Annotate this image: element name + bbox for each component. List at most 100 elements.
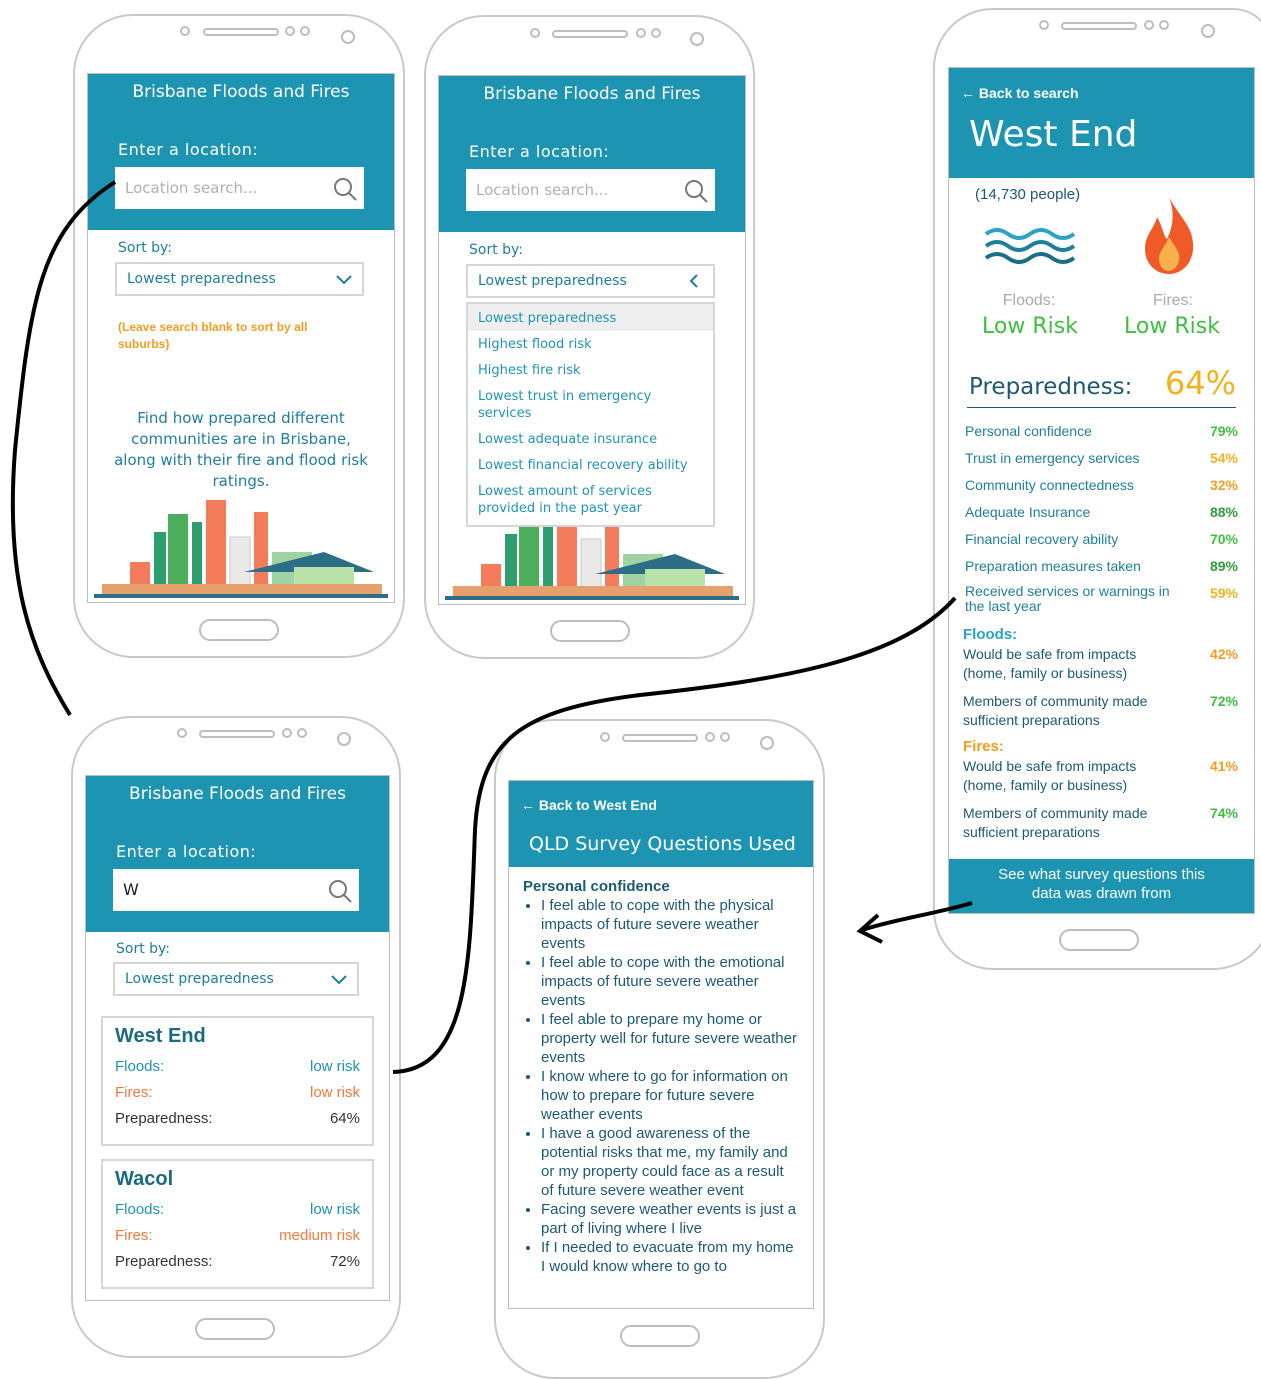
sort-option[interactable]: Lowest preparedness <box>468 304 713 331</box>
search-icon[interactable] <box>327 878 353 904</box>
sort-label: Sort by: <box>116 941 171 957</box>
sort-option[interactable]: Lowest trust in emergency services <box>468 383 668 426</box>
fires-row: Fires: medium risk <box>115 1227 360 1244</box>
metric-row: Preparation measures taken 89% <box>965 558 1238 574</box>
preparedness-value: 72% <box>329 1253 360 1270</box>
result-card-west-end[interactable]: West End Floods: low risk Fires: low risk … <box>101 1016 374 1146</box>
back-to-west-end-link[interactable]: ← Back to West End <box>521 797 657 813</box>
search-value: W <box>123 880 139 899</box>
app-header: Brisbane Floods and Fires Enter a locati… <box>439 76 745 232</box>
city-skyline-illustration <box>94 500 388 598</box>
search-icon[interactable] <box>332 176 358 202</box>
floods-risk-rating: Low Risk <box>982 314 1078 339</box>
sort-option[interactable]: Lowest adequate insurance <box>468 426 713 452</box>
fires-label: Fires: <box>1153 292 1193 309</box>
phone-camera <box>1201 24 1215 38</box>
sort-dropdown[interactable]: Lowest preparedness <box>113 962 359 996</box>
app-title: Brisbane Floods and Fires <box>128 784 346 804</box>
chevron-down-icon <box>336 275 352 285</box>
screen-sort: Brisbane Floods and Fires Enter a locati… <box>438 75 746 605</box>
phone-camera <box>337 732 351 746</box>
metric-row: Personal confidence 79% <box>965 423 1238 439</box>
suburb-name: West End <box>115 1025 206 1047</box>
phone-results: Brisbane Floods and Fires Enter a locati… <box>71 716 401 1358</box>
phone-sort-open: Brisbane Floods and Fires Enter a locati… <box>424 15 755 659</box>
question-item: I feel able to cope with the emotional i… <box>541 953 799 1010</box>
flame-icon <box>1145 197 1194 274</box>
floods-row: Floods: low risk <box>115 1201 360 1218</box>
suburb-name: Wacol <box>115 1168 174 1190</box>
preparedness-value: 64% <box>329 1110 360 1127</box>
survey-questions: Personal confidence I feel able to cope … <box>523 877 799 1276</box>
survey-questions-button[interactable]: See what survey questions this data was … <box>949 859 1254 913</box>
preparedness-score: 64% <box>1164 364 1236 402</box>
phone-sensor <box>1144 20 1154 30</box>
phone-survey: ← Back to West End QLD Survey Questions … <box>494 719 825 1379</box>
sort-selected: Lowest preparedness <box>127 271 276 287</box>
metric-row: Trust in emergency services 54% <box>965 450 1238 466</box>
phone-sensor <box>600 732 610 742</box>
phone-speaker <box>199 730 275 738</box>
sort-option[interactable]: Highest fire risk <box>468 357 713 383</box>
phone-sensor <box>177 728 187 738</box>
floods-metric-row: Members of community made sufficient pre… <box>963 693 1238 728</box>
back-to-search-link[interactable]: ← Back to search <box>961 85 1079 101</box>
phone-sensor <box>180 26 190 36</box>
detail-header: ← Back to search West End <box>949 68 1254 178</box>
question-item: If I needed to evacuate from my home I w… <box>541 1238 799 1276</box>
phone-sensor <box>705 732 715 742</box>
phone-sensor <box>297 728 307 738</box>
question-item: I know where to go for information on ho… <box>541 1067 799 1124</box>
sort-option[interactable]: Lowest financial recovery ability <box>468 452 713 478</box>
sort-label: Sort by: <box>469 242 524 258</box>
sort-dropdown[interactable]: Lowest preparedness <box>466 264 715 298</box>
search-placeholder: Location search... <box>476 181 609 199</box>
preparedness-heading: Preparedness: <box>969 374 1133 400</box>
phone-home-button <box>199 619 279 641</box>
sort-option[interactable]: Lowest amount of services provided in th… <box>468 478 688 525</box>
phone-camera <box>690 32 704 46</box>
sort-options-list: Lowest preparedness Highest flood risk H… <box>466 302 715 527</box>
survey-header: ← Back to West End QLD Survey Questions … <box>509 781 813 867</box>
search-input[interactable]: Location search... <box>466 169 715 211</box>
phone-sensor <box>636 28 646 38</box>
floods-row: Floods: low risk <box>115 1058 360 1075</box>
fires-risk: medium risk <box>279 1227 360 1244</box>
question-item: Facing severe weather events is just a p… <box>541 1200 799 1238</box>
floods-label: Floods: <box>1002 292 1056 309</box>
metric-row: Community connectedness 32% <box>965 477 1238 493</box>
sort-hint: (Leave search blank to sort by all subur… <box>118 320 308 351</box>
search-input[interactable]: W <box>113 869 359 911</box>
sort-label: Sort by: <box>118 240 173 256</box>
screen-results: Brisbane Floods and Fires Enter a locati… <box>85 775 390 1301</box>
phone-sensor <box>282 728 292 738</box>
phone-sensor <box>1039 20 1049 30</box>
sort-option[interactable]: Highest flood risk <box>468 331 713 357</box>
sort-dropdown[interactable]: Lowest preparedness <box>115 262 364 296</box>
chevron-left-icon <box>689 274 698 288</box>
search-icon[interactable] <box>683 178 709 204</box>
search-input[interactable]: Location search... <box>115 167 364 209</box>
screen-home: Brisbane Floods and Fires Enter a locati… <box>87 73 395 603</box>
result-card-wacol[interactable]: Wacol Floods: low risk Fires: medium risk … <box>101 1159 374 1289</box>
fires-row: Fires: low risk <box>115 1084 360 1101</box>
question-list: I feel able to cope with the physical im… <box>523 896 799 1276</box>
chevron-down-icon <box>331 975 347 985</box>
preparedness-row: Preparedness: 72% <box>115 1253 360 1270</box>
phone-home-button <box>550 620 630 642</box>
preparedness-row: Preparedness: 64% <box>115 1110 360 1127</box>
phone-speaker <box>203 28 279 36</box>
fires-risk: low risk <box>309 1084 360 1101</box>
phone-speaker <box>1061 22 1137 30</box>
screen-detail: ← Back to search West End (14,730 people… <box>948 67 1255 914</box>
app-header: Brisbane Floods and Fires Enter a locati… <box>86 776 389 932</box>
phone-home-button <box>1059 929 1139 951</box>
question-item: I feel able to cope with the physical im… <box>541 896 799 953</box>
metric-row: Financial recovery ability 70% <box>965 531 1238 547</box>
population: (14,730 people) <box>975 186 1081 203</box>
metric-row: Adequate Insurance 88% <box>965 504 1238 520</box>
phone-sensor <box>530 28 540 38</box>
fires-risk-rating: Low Risk <box>1124 314 1220 339</box>
floods-risk: low risk <box>309 1201 360 1218</box>
app-title: Brisbane Floods and Fires <box>132 82 350 102</box>
